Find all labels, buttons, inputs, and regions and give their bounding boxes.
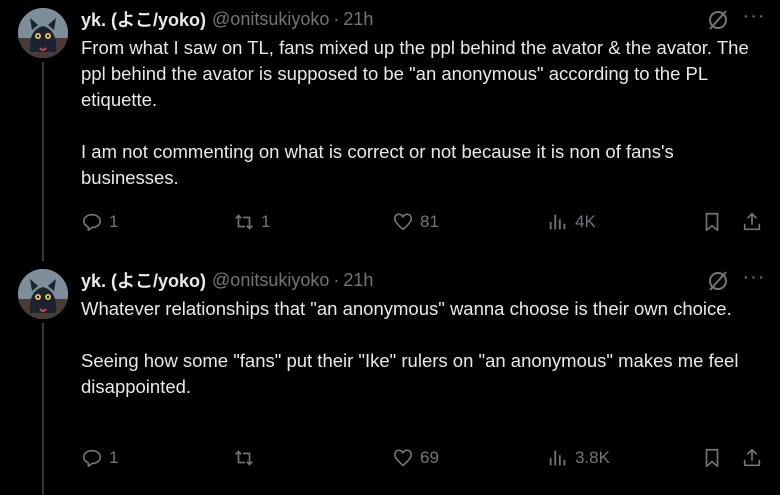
- author-name[interactable]: yk. (よこ/yoko): [81, 6, 206, 32]
- like-icon: [393, 213, 413, 231]
- action-bar: 1 69 3.8K: [0, 443, 780, 473]
- grok-icon[interactable]: [706, 8, 730, 32]
- author-handle[interactable]: @onitsukiyoko: [212, 9, 329, 30]
- like-count: 81: [420, 212, 439, 231]
- separator: ·: [333, 269, 340, 290]
- views-count: 3.8K: [575, 448, 610, 467]
- repost-icon: [235, 450, 253, 466]
- share-button[interactable]: [741, 443, 763, 473]
- action-bar: 1 1 81 4K: [0, 207, 780, 237]
- bookmark-icon: [705, 448, 719, 468]
- timestamp[interactable]: 21h: [343, 270, 373, 291]
- like-count: 69: [420, 448, 439, 467]
- repost-icon: [235, 214, 253, 230]
- repost-button[interactable]: [233, 443, 261, 473]
- reply-button[interactable]: 1: [81, 443, 118, 473]
- views-count: 4K: [575, 212, 596, 231]
- share-button[interactable]: [741, 207, 763, 237]
- tweet-header: yk. (よこ/yoko) @onitsukiyoko · 21h: [81, 268, 373, 292]
- tweet-text: From what I saw on TL, fans mixed up the…: [81, 37, 749, 188]
- reply-button[interactable]: 1: [81, 207, 118, 237]
- tweet-header: yk. (よこ/yoko) @onitsukiyoko · 21h: [81, 7, 373, 31]
- like-button[interactable]: 69: [392, 443, 439, 473]
- bookmark-button[interactable]: [701, 443, 723, 473]
- avatar[interactable]: [18, 8, 68, 58]
- tweet[interactable]: yk. (よこ/yoko) @onitsukiyoko · 21h ··· Wh…: [0, 261, 780, 495]
- reply-icon: [82, 449, 102, 468]
- repost-count: 1: [261, 212, 271, 231]
- tweet-text: Whatever relationships that "an anonymou…: [81, 298, 739, 397]
- views-icon: [549, 214, 566, 230]
- bookmark-button[interactable]: [701, 207, 723, 237]
- views-button[interactable]: 4K: [547, 207, 596, 237]
- more-icon[interactable]: ···: [740, 6, 768, 30]
- like-button[interactable]: 81: [392, 207, 439, 237]
- author-handle[interactable]: @onitsukiyoko: [212, 270, 329, 291]
- reply-count: 1: [109, 448, 119, 467]
- grok-icon[interactable]: [706, 269, 730, 293]
- repost-button[interactable]: 1: [233, 207, 270, 237]
- share-icon: [743, 448, 761, 467]
- author-name[interactable]: yk. (よこ/yoko): [81, 267, 206, 293]
- reply-icon: [82, 213, 102, 232]
- views-icon: [549, 450, 566, 466]
- more-icon[interactable]: ···: [740, 267, 768, 291]
- views-button[interactable]: 3.8K: [547, 443, 610, 473]
- share-icon: [743, 212, 761, 231]
- bookmark-icon: [705, 212, 719, 232]
- avatar[interactable]: [18, 269, 68, 319]
- reply-count: 1: [109, 212, 119, 231]
- tweet[interactable]: yk. (よこ/yoko) @onitsukiyoko · 21h ··· Fr…: [0, 0, 780, 261]
- like-icon: [393, 449, 413, 467]
- timestamp[interactable]: 21h: [343, 9, 373, 30]
- separator: ·: [333, 8, 340, 29]
